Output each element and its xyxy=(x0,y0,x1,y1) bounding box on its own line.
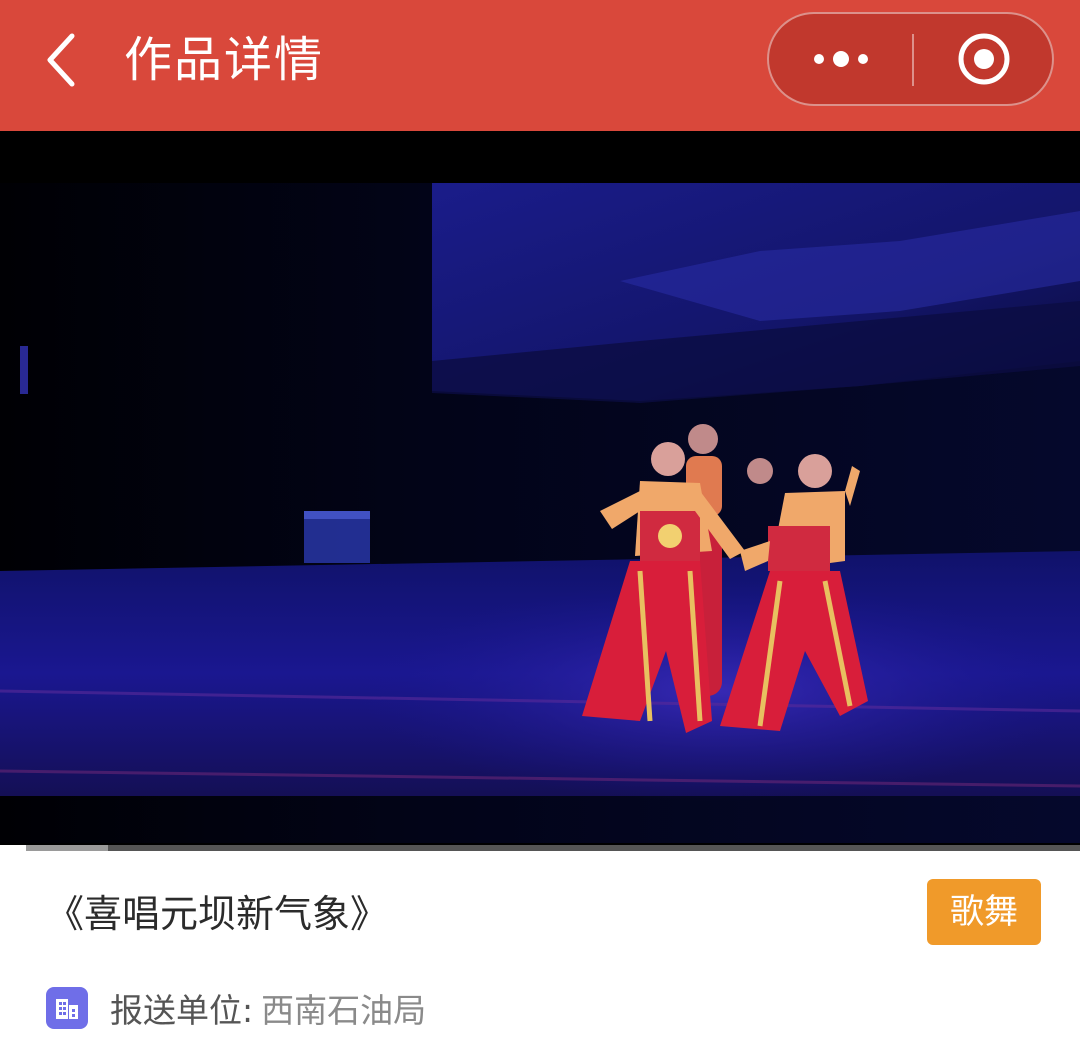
nav-bar: 作品详情 xyxy=(0,0,1080,131)
building-icon xyxy=(46,987,88,1029)
video-player[interactable] xyxy=(0,131,1080,846)
record-circle-icon xyxy=(958,33,1010,85)
more-button[interactable] xyxy=(769,14,912,104)
video-progress-bar[interactable] xyxy=(0,845,1080,851)
close-button[interactable] xyxy=(914,14,1054,104)
page-title: 作品详情 xyxy=(124,32,325,88)
genre-tag[interactable]: 歌舞 xyxy=(927,879,1041,945)
submitting-org-row: 报送单位: 西南石油局 xyxy=(46,980,426,1036)
org-value: 西南石油局 xyxy=(261,991,427,1030)
video-frame xyxy=(0,131,1080,846)
video-progress-head xyxy=(0,845,26,851)
back-button[interactable] xyxy=(30,22,94,98)
work-title: 《喜唱元坝新气象》 xyxy=(46,892,389,936)
miniprogram-capsule xyxy=(767,12,1054,106)
more-dots-icon xyxy=(813,51,868,67)
org-label: 报送单位: xyxy=(110,991,254,1030)
chevron-left-icon xyxy=(47,33,75,87)
